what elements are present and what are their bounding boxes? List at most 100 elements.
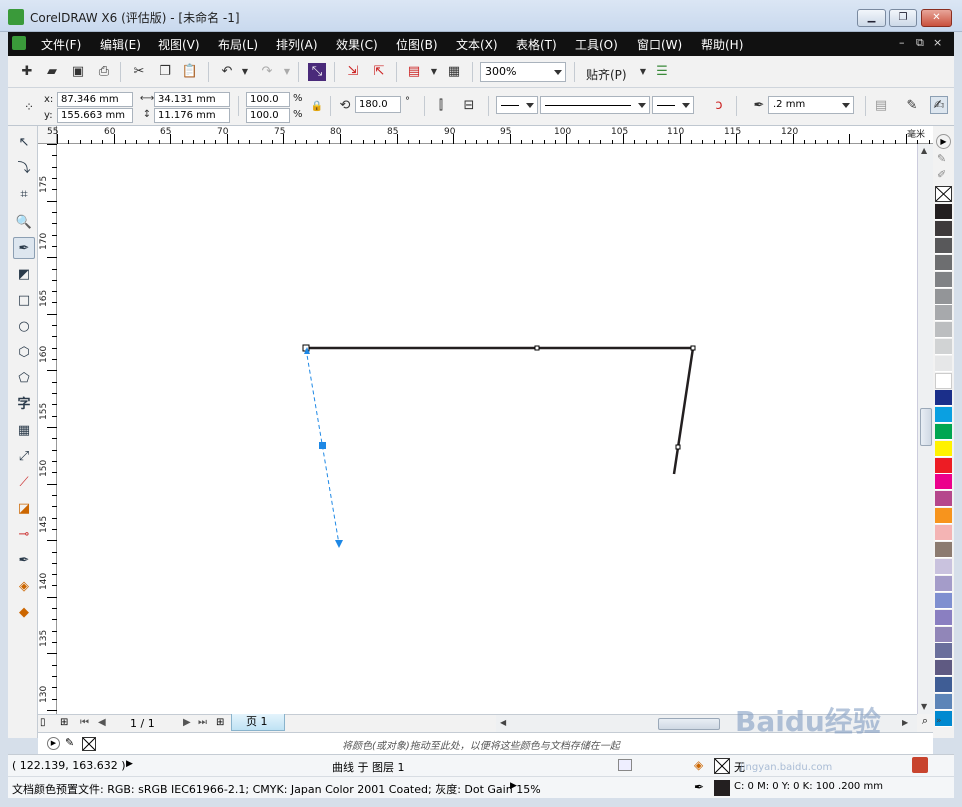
save-icon[interactable]: ▣: [69, 63, 87, 81]
basic-shapes-icon[interactable]: ⬠: [13, 368, 35, 390]
width-field[interactable]: 34.131 mm: [154, 92, 230, 107]
add-page-after-icon[interactable]: ⊞: [216, 717, 224, 728]
welcome-screen-icon[interactable]: ▦: [445, 63, 463, 81]
brush-icon[interactable]: ✐: [937, 168, 946, 181]
paste-icon[interactable]: 📋: [181, 63, 199, 81]
color-swatch[interactable]: [935, 356, 952, 373]
add-page-before-icon[interactable]: ⊞: [60, 717, 68, 728]
object-origin-icon[interactable]: ⁘: [20, 98, 38, 116]
color-swatch[interactable]: [935, 508, 952, 525]
open-folder-icon[interactable]: ▰: [43, 63, 61, 81]
color-swatch[interactable]: [935, 525, 952, 542]
lock-ratio-icon[interactable]: 🔒: [308, 98, 326, 116]
color-swatch[interactable]: [935, 254, 952, 271]
scroll-left-icon[interactable]: ◀: [500, 718, 506, 727]
color-swatch[interactable]: [935, 491, 952, 508]
redo-dropdown-icon[interactable]: ▼: [278, 63, 296, 81]
color-swatch[interactable]: [935, 660, 952, 677]
search-content-icon[interactable]: ⤡: [308, 63, 326, 81]
mid-node[interactable]: [534, 345, 540, 351]
horizontal-scroll-thumb[interactable]: [658, 718, 720, 730]
color-swatch[interactable]: [935, 406, 952, 423]
menu-effects[interactable]: 效果(C): [336, 36, 378, 53]
height-field[interactable]: 11.176 mm: [154, 108, 230, 123]
scale-x-field[interactable]: 100.0: [246, 92, 290, 107]
palette-flyout-icon[interactable]: »: [936, 716, 942, 726]
vertical-ruler[interactable]: 175 170 165 160 155 150 145 140 135 130: [38, 144, 57, 714]
snap-dropdown-icon[interactable]: ▼: [634, 63, 652, 81]
control-handle-arrow[interactable]: [335, 540, 343, 548]
menu-bitmaps[interactable]: 位图(B): [396, 36, 438, 53]
color-swatch[interactable]: [935, 609, 952, 626]
redo-icon[interactable]: ↷: [258, 63, 276, 81]
page-options-icon[interactable]: ▯: [40, 717, 46, 728]
pick-tool-icon[interactable]: ↖: [13, 132, 35, 154]
import-icon[interactable]: ⇲: [344, 63, 362, 81]
doc-palette-no-color[interactable]: [82, 737, 96, 751]
mirror-vertical-icon[interactable]: ⊟: [460, 97, 478, 115]
rotation-angle-field[interactable]: 180.0: [355, 96, 401, 113]
color-swatch[interactable]: [935, 558, 952, 575]
new-document-icon[interactable]: ✚: [18, 63, 36, 81]
vertical-scroll-thumb[interactable]: [920, 408, 932, 446]
color-swatch[interactable]: [935, 322, 952, 339]
wrap-text-icon[interactable]: ▤: [872, 97, 890, 115]
control-handle-point[interactable]: [319, 442, 326, 449]
fill-tool-icon[interactable]: ◈: [13, 576, 35, 598]
cut-icon[interactable]: ✂: [130, 63, 148, 81]
zoom-level-dropdown[interactable]: 300%: [480, 62, 566, 82]
pen-tool-icon[interactable]: ✒: [13, 237, 35, 259]
connector-tool-icon[interactable]: ⟋: [13, 472, 35, 494]
menu-layout[interactable]: 布局(L): [218, 36, 258, 53]
polygon-tool-icon[interactable]: ⬡: [13, 342, 35, 364]
doc-minimize-button[interactable]: –: [899, 36, 905, 49]
doc-close-button[interactable]: ×: [933, 36, 942, 49]
segment-node[interactable]: [675, 444, 681, 450]
color-swatch[interactable]: [935, 288, 952, 305]
copy-icon[interactable]: ❐: [156, 63, 174, 81]
color-swatch[interactable]: [935, 305, 952, 322]
color-swatch[interactable]: [935, 694, 952, 711]
outline-width-dropdown[interactable]: .2 mm: [768, 96, 854, 114]
eyedropper-tool-icon[interactable]: ⊸: [13, 524, 35, 546]
print-icon[interactable]: ⎙: [95, 63, 113, 81]
dimension-tool-icon[interactable]: ⤢: [13, 446, 35, 468]
corner-node[interactable]: [690, 345, 696, 351]
color-swatch[interactable]: [935, 643, 952, 660]
color-swatch[interactable]: [935, 542, 952, 558]
menu-arrange[interactable]: 排列(A): [276, 36, 318, 53]
expand-icon[interactable]: ▶: [126, 759, 133, 769]
scroll-right-icon[interactable]: ▶: [902, 718, 908, 727]
mirror-horizontal-icon[interactable]: ⫿: [432, 97, 450, 115]
snap-to-button[interactable]: 贴齐(P): [586, 66, 627, 83]
table-tool-icon[interactable]: ▦: [13, 420, 35, 442]
menu-text[interactable]: 文本(X): [456, 36, 498, 53]
x-position-field[interactable]: 87.346 mm: [57, 92, 133, 107]
zoom-tool-icon[interactable]: 🔍: [13, 212, 35, 234]
y-position-field[interactable]: 155.663 mm: [57, 108, 133, 123]
outline-color-swatch[interactable]: [714, 780, 730, 796]
smart-fill-icon[interactable]: ◩: [13, 264, 35, 286]
color-swatch[interactable]: [935, 626, 952, 643]
shape-tool-icon[interactable]: ⤵: [13, 158, 35, 180]
close-button[interactable]: ✕: [921, 9, 952, 27]
scale-y-field[interactable]: 100.0: [246, 108, 290, 123]
horizontal-ruler[interactable]: 55 60 65 70 75 80 85 90 95 100 105 110 1…: [47, 126, 933, 144]
drawn-curve[interactable]: [306, 346, 695, 475]
ellipse-tool-icon[interactable]: ○: [13, 316, 35, 338]
color-swatch[interactable]: [935, 677, 952, 694]
rectangle-tool-icon[interactable]: □: [13, 290, 35, 312]
last-page-icon[interactable]: ⏭: [198, 717, 207, 728]
interactive-fill-icon[interactable]: ◆: [13, 602, 35, 624]
end-arrowhead-selector[interactable]: [652, 96, 694, 114]
menu-window[interactable]: 窗口(W): [637, 36, 682, 53]
color-swatch[interactable]: [935, 575, 952, 592]
menu-file[interactable]: 文件(F): [41, 36, 81, 53]
scroll-up-icon[interactable]: ▲: [921, 146, 927, 155]
fill-none-swatch[interactable]: [714, 758, 730, 774]
menu-tools[interactable]: 工具(O): [575, 36, 618, 53]
color-swatch[interactable]: [935, 457, 952, 474]
drawing-canvas[interactable]: [57, 144, 917, 714]
minimize-button[interactable]: ▁: [857, 9, 886, 27]
color-swatch[interactable]: [935, 389, 952, 406]
